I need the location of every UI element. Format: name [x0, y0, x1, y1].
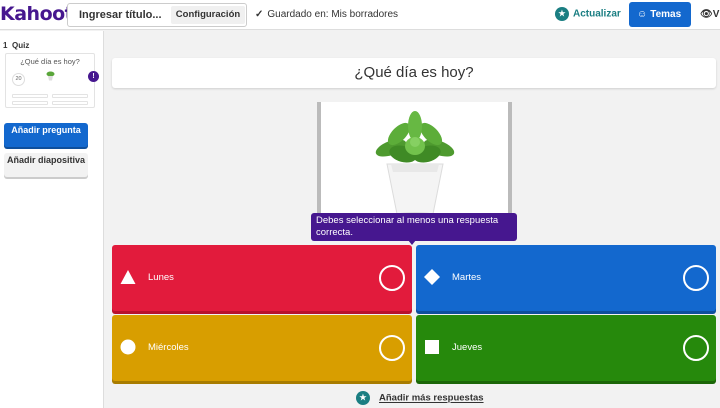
- question-thumbnail[interactable]: ¿Qué día es hoy? 20: [5, 53, 95, 108]
- thumbnail-answer-line: [52, 101, 88, 105]
- star-icon: ★: [356, 391, 370, 405]
- settings-button[interactable]: Configuración: [171, 6, 245, 24]
- thumbnail-answer-line: [12, 94, 48, 98]
- thumbnail-answer-line: [12, 101, 48, 105]
- add-slide-button[interactable]: Añadir diapositiva: [4, 153, 88, 177]
- question-number: 1: [3, 41, 8, 50]
- themes-button[interactable]: ☺ Temas: [629, 2, 691, 27]
- check-icon: ✓: [255, 9, 264, 20]
- answer-1-correct-toggle[interactable]: [379, 265, 405, 291]
- answer-2-text[interactable]: Martes: [452, 272, 481, 283]
- answer-option-2[interactable]: Martes: [416, 245, 716, 311]
- answer-4-text[interactable]: Jueves: [452, 342, 482, 353]
- update-label: Actualizar: [573, 8, 621, 20]
- title-input-box[interactable]: Ingresar título... Configuración: [67, 3, 247, 27]
- slides-sidebar: 1 Quiz ¿Qué día es hoy? 20 ! Añadir preg…: [0, 31, 104, 408]
- question-input-box[interactable]: ¿Qué día es hoy?: [112, 58, 716, 88]
- add-more-answers-button[interactable]: ★ Añadir más respuestas: [356, 391, 484, 405]
- answer-option-4[interactable]: Jueves: [416, 315, 716, 381]
- add-more-answers-label: Añadir más respuestas: [379, 392, 484, 404]
- save-status: ✓ Guardado en: Mis borradores: [255, 9, 398, 20]
- themes-label: Temas: [650, 9, 682, 20]
- question-text[interactable]: ¿Qué día es hoy?: [112, 58, 716, 88]
- answer-1-text[interactable]: Lunes: [148, 272, 174, 283]
- answer-4-correct-toggle[interactable]: [683, 335, 709, 361]
- question-type: Quiz: [12, 41, 30, 50]
- star-icon: ★: [555, 7, 569, 21]
- answer-2-correct-toggle[interactable]: [683, 265, 709, 291]
- title-input[interactable]: Ingresar título...: [79, 9, 162, 21]
- thumbnail-answer-line: [52, 94, 88, 98]
- answer-3-text[interactable]: Miércoles: [148, 342, 189, 353]
- answer-option-3[interactable]: Miércoles: [112, 315, 412, 381]
- palette-icon: ☺: [637, 9, 648, 20]
- square-icon: [425, 340, 439, 354]
- triangle-icon: [120, 270, 136, 284]
- save-status-text: Guardado en: Mis borradores: [267, 9, 399, 20]
- answer-option-1[interactable]: Lunes: [112, 245, 412, 311]
- diamond-icon: [424, 269, 440, 285]
- warning-icon: !: [88, 71, 99, 82]
- top-bar: Kahoot! Ingresar título... Configuración…: [0, 0, 720, 30]
- update-button[interactable]: ★ Actualizar: [555, 7, 621, 21]
- thumbnail-timer: 20: [12, 73, 25, 86]
- answer-3-correct-toggle[interactable]: [379, 335, 405, 361]
- circle-icon: [120, 339, 136, 355]
- plant-thumbnail-icon: [46, 71, 55, 81]
- eye-icon: 👁: [700, 9, 713, 20]
- thumbnail-title: ¿Qué día es hoy?: [20, 57, 80, 66]
- validation-tooltip: Debes seleccionar al menos una respuesta…: [311, 213, 517, 241]
- view-button[interactable]: 👁V: [700, 9, 719, 20]
- view-label: V: [712, 9, 720, 20]
- add-question-button[interactable]: Añadir pregunta: [4, 123, 88, 147]
